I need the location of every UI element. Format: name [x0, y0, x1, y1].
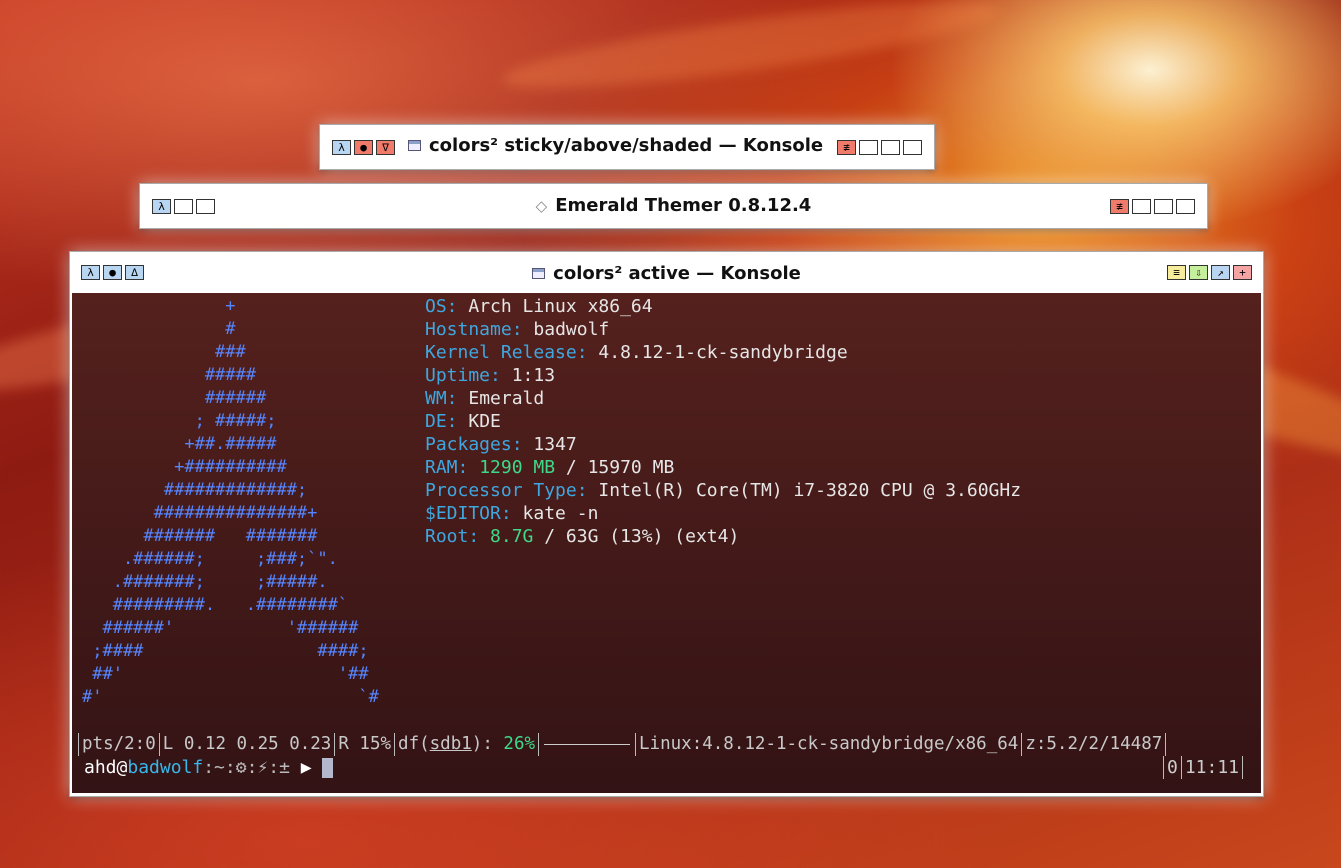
minimize-button[interactable] [859, 139, 878, 155]
info-row-uptime: Uptime: 1:13 [425, 364, 1021, 387]
konsole-icon [408, 140, 421, 151]
titlebar[interactable]: λ ● ∆ colors² active — Konsole ≡ ⇩ ↗ + [70, 252, 1263, 292]
system-info: OS: Arch Linux x86_64 Hostname: badwolf … [425, 295, 1021, 548]
zsh-status: z:5.2/2/14487 [1021, 733, 1167, 756]
keep-above-button[interactable]: ≢ [837, 139, 856, 155]
sticky-button[interactable]: ● [354, 139, 373, 155]
info-row-processor: Processor Type: Intel(R) Core(TM) i7-382… [425, 479, 1021, 502]
info-key: WM: [425, 388, 458, 409]
info-key: Processor Type: [425, 480, 588, 501]
terminal-area[interactable]: + # ### ##### ###### ; #####; +##.##### … [72, 293, 1261, 793]
info-value: Arch Linux x86_64 [468, 296, 653, 317]
titlebar[interactable]: λ ● ∇ colors² sticky/above/shaded — Kons… [320, 125, 934, 169]
info-value: Intel(R) Core(TM) i7-3820 CPU @ 3.60GHz [598, 480, 1022, 501]
info-row-ram: RAM: 1290 MB / 15970 MB [425, 456, 1021, 479]
arch-ascii-logo: + # ### ##### ###### ; #####; +##.##### … [82, 296, 379, 707]
maximize-button[interactable]: ↗ [1211, 264, 1230, 280]
info-row-editor: $EDITOR: kate -n [425, 502, 1021, 525]
info-value: 1347 [533, 434, 577, 455]
info-key: Hostname: [425, 319, 523, 340]
pts-status: pts/2:0 [78, 733, 159, 756]
ram-status: R 15% [334, 733, 394, 756]
info-row-de: DE: KDE [425, 410, 1021, 433]
info-row-packages: Packages: 1347 [425, 433, 1021, 456]
shade-button[interactable]: ∇ [376, 139, 395, 155]
window-title: Emerald Themer 0.8.12.4 [555, 195, 812, 216]
prompt-arrow-icon: ▶ [289, 757, 323, 778]
info-key: Root: [425, 526, 480, 547]
maximize-button[interactable] [1154, 198, 1173, 214]
info-key: DE: [425, 411, 458, 432]
prompt-user: ahd [84, 757, 117, 778]
info-row-hostname: Hostname: badwolf [425, 318, 1021, 341]
close-button[interactable] [1176, 198, 1195, 214]
konsole-icon [532, 268, 546, 279]
ram-used: 1290 MB [479, 457, 556, 478]
right-prompt: 0 11:11 [1162, 756, 1243, 779]
prompt-path: :~:⚙:⚡:± [203, 757, 290, 778]
info-row-wm: WM: Emerald [425, 387, 1021, 410]
titlebar[interactable]: λ ◇ Emerald Themer 0.8.12.4 ≢ [140, 184, 1207, 228]
root-total: / 63G (13%) (ext4) [544, 526, 740, 547]
info-key: Kernel Release: [425, 342, 588, 363]
df-prefix: df( [398, 734, 430, 754]
info-value: kate -n [522, 503, 599, 524]
close-button[interactable]: + [1233, 264, 1252, 280]
root-used: 8.7G [490, 526, 534, 547]
jobs-count: 0 [1162, 756, 1181, 779]
df-device: sdb1 [429, 734, 472, 754]
info-key: $EDITOR: [425, 503, 512, 524]
konsole-shaded-window: λ ● ∇ colors² sticky/above/shaded — Kons… [319, 124, 935, 170]
info-value: 4.8.12-1-ck-sandybridge [598, 342, 848, 363]
df-mid: ): [471, 734, 504, 754]
keep-above-button[interactable]: ≡ [1167, 264, 1186, 280]
status-divider [538, 733, 635, 756]
gem-icon: ◇ [535, 196, 548, 215]
info-row-kernel: Kernel Release: 4.8.12-1-ck-sandybridge [425, 341, 1021, 364]
info-value: KDE [468, 411, 501, 432]
close-button[interactable] [903, 139, 922, 155]
info-row-os: OS: Arch Linux x86_64 [425, 295, 1021, 318]
prompt-at: @ [116, 757, 128, 778]
info-value: badwolf [533, 319, 610, 340]
kernel-status: Linux:4.8.12-1-ck-sandybridge/x86_64 [635, 733, 1021, 756]
text-cursor [322, 758, 334, 778]
prompt-host: badwolf [127, 757, 204, 778]
info-value: Emerald [468, 388, 545, 409]
disk-status: df(sdb1): 26% [394, 733, 538, 756]
window-title: colors² sticky/above/shaded — Konsole [429, 135, 824, 156]
df-percent: 26% [503, 734, 536, 754]
info-value: 1:13 [511, 365, 556, 386]
keep-above-button[interactable]: ≢ [1110, 198, 1129, 214]
info-row-root: Root: 8.7G / 63G (13%) (ext4) [425, 525, 1021, 548]
clock: 11:11 [1180, 756, 1243, 779]
emerald-themer-window: λ ◇ Emerald Themer 0.8.12.4 ≢ [139, 183, 1208, 229]
wallpaper-streak [498, 0, 1002, 105]
maximize-button[interactable] [881, 139, 900, 155]
info-key: OS: [425, 296, 458, 317]
load-status: L 0.12 0.25 0.23 [158, 733, 335, 756]
shell-prompt[interactable]: ahd@badwolf:~:⚙:⚡:± ▶ [84, 756, 334, 779]
ram-total: / 15970 MB [565, 457, 675, 478]
info-key: Uptime: [425, 365, 501, 386]
minimize-button[interactable] [1132, 198, 1151, 214]
info-key: Packages: [425, 434, 523, 455]
tmux-status-line: pts/2:0 L 0.12 0.25 0.23 R 15% df(sdb1):… [78, 733, 1167, 756]
window-title: colors² active — Konsole [553, 263, 801, 284]
menu-button[interactable]: λ [332, 139, 351, 155]
minimize-button[interactable]: ⇩ [1189, 264, 1208, 280]
info-key: RAM: [425, 457, 469, 478]
